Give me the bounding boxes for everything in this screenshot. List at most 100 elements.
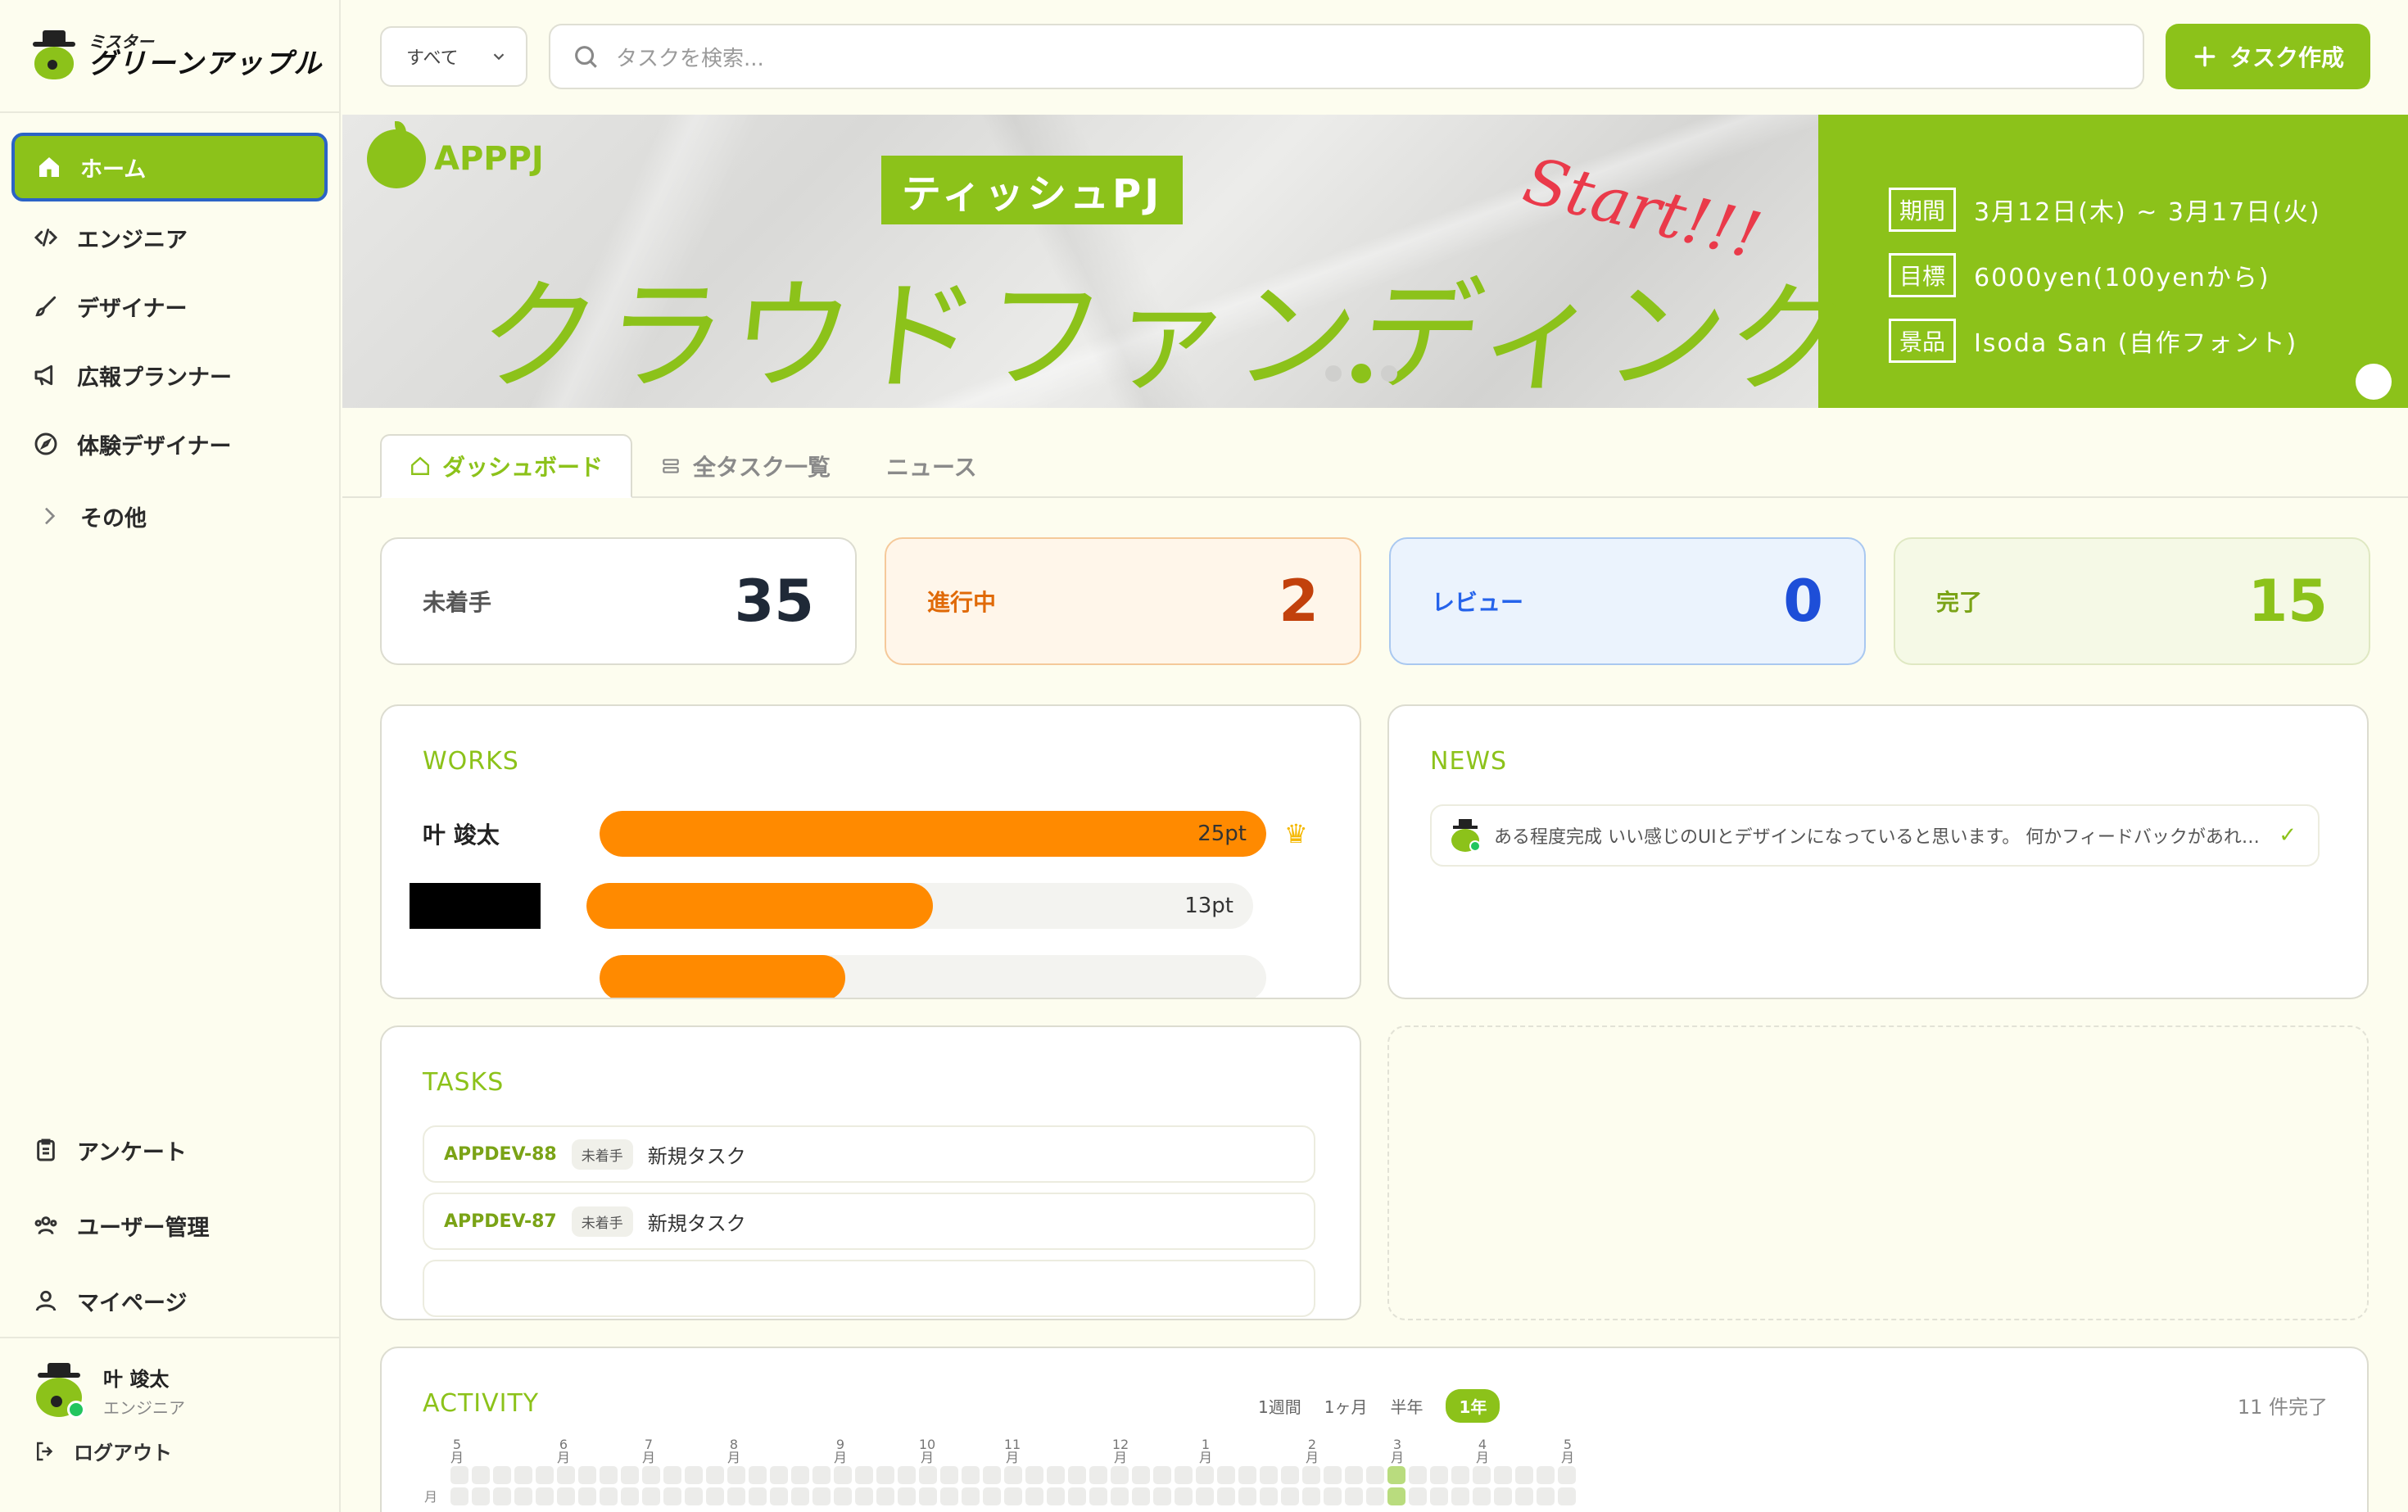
sidebar-item-pr-planner[interactable]: 広報プランナー [11, 342, 328, 408]
activity-cell[interactable] [812, 1487, 831, 1505]
activity-cell[interactable] [1515, 1466, 1533, 1484]
activity-cell[interactable] [1345, 1487, 1363, 1505]
activity-cell[interactable] [493, 1487, 511, 1505]
activity-cell[interactable] [1068, 1466, 1086, 1484]
activity-cell[interactable] [791, 1466, 809, 1484]
activity-cell[interactable] [1025, 1466, 1043, 1484]
activity-cell[interactable] [514, 1487, 532, 1505]
activity-cell[interactable] [1473, 1466, 1491, 1484]
activity-cell[interactable] [1196, 1487, 1214, 1505]
activity-cell[interactable] [1494, 1466, 1512, 1484]
sidebar-item-other[interactable]: その他 [11, 483, 328, 549]
activity-cell[interactable] [1047, 1466, 1065, 1484]
activity-cell[interactable] [1004, 1487, 1022, 1505]
activity-cell[interactable] [1345, 1466, 1363, 1484]
activity-cell[interactable] [1047, 1487, 1065, 1505]
category-filter-select[interactable]: すべて [380, 26, 527, 87]
activity-cell[interactable] [962, 1487, 980, 1505]
activity-cell[interactable] [1451, 1466, 1469, 1484]
carousel-dot-active[interactable] [1351, 364, 1371, 383]
period-month[interactable]: 1ヶ月 [1324, 1394, 1368, 1418]
works-row[interactable]: 叶 竣太 25pt ♛ [423, 811, 1308, 857]
activity-cell[interactable] [536, 1466, 554, 1484]
activity-cell[interactable] [1238, 1487, 1256, 1505]
activity-cell[interactable] [983, 1466, 1001, 1484]
activity-cell[interactable] [1302, 1487, 1320, 1505]
stat-card-done[interactable]: 完了 15 [1894, 537, 2370, 665]
app-logo[interactable]: ミスター グリーンアップル [0, 0, 339, 113]
sidebar-item-user-management[interactable]: ユーザー管理 [11, 1189, 328, 1261]
activity-cell[interactable] [983, 1487, 1001, 1505]
activity-cell[interactable] [557, 1466, 575, 1484]
stat-card-in-progress[interactable]: 進行中 2 [885, 537, 1361, 665]
activity-cell[interactable] [1175, 1466, 1193, 1484]
activity-cell[interactable] [1260, 1487, 1278, 1505]
activity-cell[interactable] [1409, 1487, 1427, 1505]
activity-cell[interactable] [642, 1487, 660, 1505]
activity-cell[interactable] [791, 1487, 809, 1505]
activity-cell[interactable] [557, 1487, 575, 1505]
sidebar-item-home[interactable]: ホーム [11, 133, 328, 201]
activity-cell[interactable] [578, 1487, 596, 1505]
period-half-year[interactable]: 半年 [1390, 1394, 1423, 1418]
activity-cell[interactable] [1281, 1466, 1299, 1484]
activity-cell[interactable] [770, 1487, 788, 1505]
activity-cell[interactable] [685, 1466, 703, 1484]
activity-cell[interactable] [706, 1466, 724, 1484]
sidebar-item-engineer[interactable]: エンジニア [11, 205, 328, 270]
activity-cell[interactable] [600, 1466, 618, 1484]
period-year[interactable]: 1年 [1446, 1389, 1500, 1423]
activity-cell[interactable] [1537, 1487, 1555, 1505]
activity-cell[interactable] [898, 1466, 916, 1484]
activity-cell[interactable] [472, 1466, 490, 1484]
activity-cell[interactable] [1558, 1487, 1576, 1505]
activity-cell[interactable] [1409, 1466, 1427, 1484]
task-item[interactable]: APPDEV-87 未着手 新規タスク [423, 1193, 1315, 1250]
carousel-dot[interactable] [1325, 365, 1342, 382]
activity-cell[interactable] [1387, 1487, 1405, 1505]
activity-cell[interactable] [600, 1487, 618, 1505]
activity-cell[interactable] [855, 1466, 873, 1484]
activity-cell[interactable] [1558, 1466, 1576, 1484]
activity-cell[interactable] [1302, 1466, 1320, 1484]
activity-cell[interactable] [663, 1466, 681, 1484]
activity-cell[interactable] [1153, 1466, 1171, 1484]
sidebar-item-experience-designer[interactable]: 体験デザイナー [11, 411, 328, 477]
news-item[interactable]: ある程度完成 いい感じのUIとデザインになっていると思います。 何かフィードバッ… [1430, 804, 2320, 867]
activity-cell[interactable] [685, 1487, 703, 1505]
activity-cell[interactable] [1132, 1487, 1150, 1505]
period-week[interactable]: 1週間 [1258, 1394, 1301, 1418]
activity-cell[interactable] [749, 1487, 767, 1505]
activity-cell[interactable] [940, 1487, 958, 1505]
activity-cell[interactable] [1515, 1487, 1533, 1505]
activity-cell[interactable] [621, 1466, 639, 1484]
activity-cell[interactable] [642, 1466, 660, 1484]
works-row[interactable]: 13pt [410, 883, 1253, 929]
avatar[interactable] [33, 1363, 87, 1419]
activity-cell[interactable] [727, 1487, 745, 1505]
activity-cell[interactable] [1387, 1466, 1405, 1484]
activity-cell[interactable] [1430, 1466, 1448, 1484]
activity-cell[interactable] [450, 1466, 468, 1484]
activity-cell[interactable] [1089, 1466, 1107, 1484]
search-input[interactable]: タスクを検索... [549, 24, 2144, 89]
activity-cell[interactable] [834, 1487, 852, 1505]
activity-cell[interactable] [578, 1466, 596, 1484]
activity-cell[interactable] [1089, 1487, 1107, 1505]
activity-cell[interactable] [1196, 1466, 1214, 1484]
activity-cell[interactable] [919, 1466, 937, 1484]
activity-cell[interactable] [1175, 1487, 1193, 1505]
activity-cell[interactable] [940, 1466, 958, 1484]
activity-cell[interactable] [1025, 1487, 1043, 1505]
activity-cell[interactable] [663, 1487, 681, 1505]
logout-button[interactable]: ログアウト [33, 1437, 339, 1465]
activity-cell[interactable] [749, 1466, 767, 1484]
tab-all-tasks[interactable]: 全タスク一覧 [632, 434, 858, 498]
activity-cell[interactable] [812, 1466, 831, 1484]
activity-cell[interactable] [876, 1466, 894, 1484]
announcement-banner[interactable]: APPPJ ティッシュPJ クラウドファンディング Start!!! 期間 3月… [342, 115, 2408, 408]
activity-cell[interactable] [1132, 1466, 1150, 1484]
activity-cell[interactable] [1494, 1487, 1512, 1505]
activity-cell[interactable] [1473, 1487, 1491, 1505]
sidebar-item-my-page[interactable]: マイページ [11, 1265, 328, 1337]
